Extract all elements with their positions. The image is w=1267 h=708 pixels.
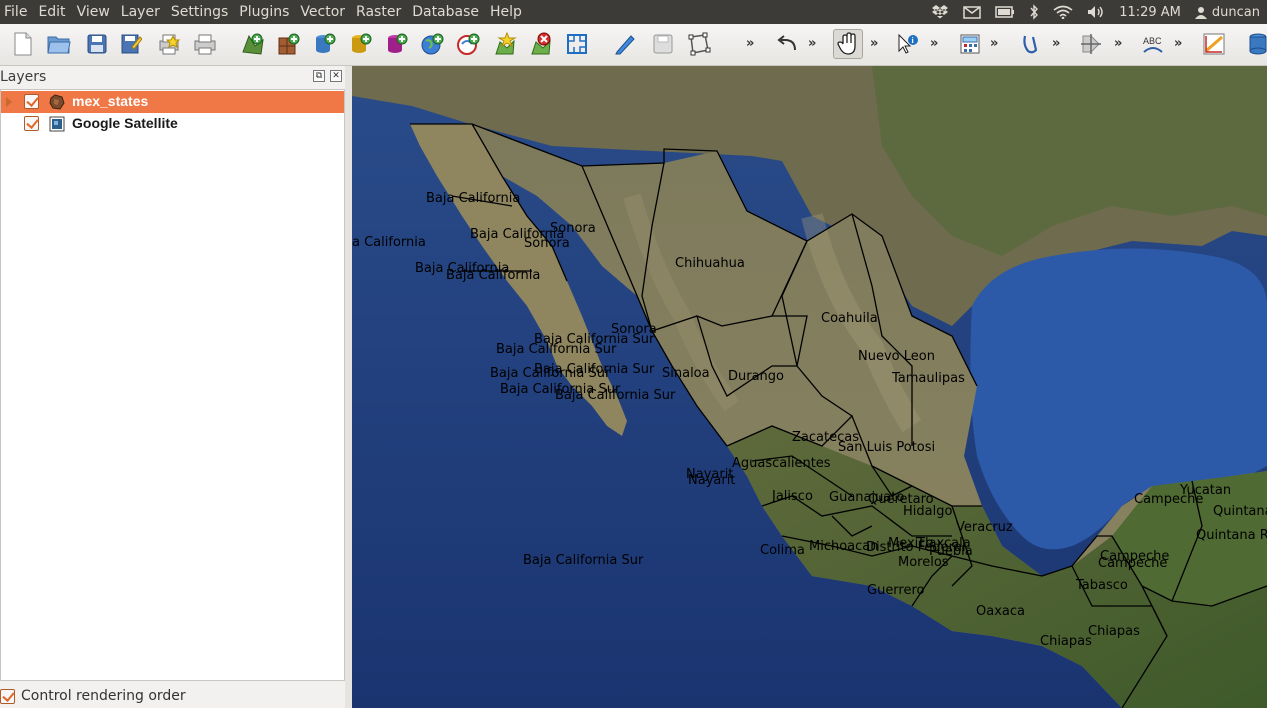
volume-icon[interactable] bbox=[1087, 5, 1105, 19]
db-manager-icon[interactable] bbox=[1243, 29, 1267, 59]
add-spatialite-layer-icon[interactable] bbox=[346, 29, 376, 59]
layer-name: Google Satellite bbox=[72, 115, 178, 131]
render-order-label: Control rendering order bbox=[21, 688, 186, 704]
open-project-icon[interactable] bbox=[44, 29, 74, 59]
add-mssql-layer-icon[interactable] bbox=[382, 29, 412, 59]
toolbar-overflow[interactable]: » bbox=[808, 36, 817, 51]
user-name: duncan bbox=[1211, 4, 1260, 20]
toggle-editing-icon[interactable] bbox=[610, 29, 640, 59]
menu-settings[interactable]: Settings bbox=[168, 0, 236, 24]
menu-database[interactable]: Database bbox=[409, 0, 487, 24]
add-wms-layer-icon[interactable] bbox=[418, 29, 448, 59]
add-wfs-layer-icon[interactable] bbox=[562, 29, 592, 59]
field-calculator-icon[interactable] bbox=[955, 29, 985, 59]
layers-panel-title: Layers bbox=[0, 69, 47, 85]
add-vector-layer-icon[interactable] bbox=[238, 29, 268, 59]
user-icon bbox=[1194, 6, 1207, 19]
map-canvas[interactable]: Baja California Sonora Baja California S… bbox=[352, 66, 1267, 708]
save-project-icon[interactable] bbox=[82, 29, 112, 59]
menu-bar: File Edit View Layer Settings Plugins Ve… bbox=[0, 0, 1267, 24]
labeling-icon[interactable]: ABC bbox=[1138, 29, 1168, 59]
menu-file[interactable]: File bbox=[0, 0, 35, 24]
toolbar-overflow[interactable]: » bbox=[1114, 36, 1123, 51]
toolbar-overflow[interactable]: » bbox=[930, 36, 939, 51]
new-print-composer-icon[interactable] bbox=[154, 29, 184, 59]
save-edits-icon[interactable] bbox=[648, 29, 678, 59]
wifi-icon[interactable] bbox=[1053, 5, 1073, 19]
menu-edit[interactable]: Edit bbox=[35, 0, 73, 24]
menu-vector[interactable]: Vector bbox=[297, 0, 353, 24]
toolbar-overflow[interactable]: » bbox=[1052, 36, 1061, 51]
print-composer-manager-icon[interactable] bbox=[190, 29, 220, 59]
menu-plugins[interactable]: Plugins bbox=[236, 0, 297, 24]
layer-tree[interactable]: mex_states Google Satellite bbox=[0, 89, 345, 681]
digitize-icon[interactable] bbox=[684, 29, 714, 59]
svg-text:ABC: ABC bbox=[1143, 36, 1162, 46]
identify-icon[interactable]: i bbox=[893, 29, 923, 59]
add-postgis-layer-icon[interactable] bbox=[310, 29, 340, 59]
remove-layer-icon[interactable] bbox=[526, 29, 556, 59]
main-menu: File Edit View Layer Settings Plugins Ve… bbox=[0, 0, 530, 24]
toolbar-overflow[interactable]: » bbox=[990, 36, 999, 51]
toolbar-overflow[interactable]: » bbox=[1174, 36, 1183, 51]
layer-row-google-satellite[interactable]: Google Satellite bbox=[1, 113, 344, 135]
new-project-icon[interactable] bbox=[8, 29, 38, 59]
dropbox-icon[interactable] bbox=[931, 4, 949, 20]
text-annotation-icon[interactable] bbox=[1016, 29, 1046, 59]
add-wcs-layer-icon[interactable] bbox=[454, 29, 484, 59]
save-as-icon[interactable] bbox=[116, 29, 146, 59]
main-toolbar: » » » i » » » » ABC » bbox=[0, 24, 1267, 66]
toolbar-overflow[interactable]: » bbox=[746, 36, 755, 51]
render-order-checkbox[interactable] bbox=[0, 689, 15, 704]
panel-splitter[interactable] bbox=[345, 66, 352, 708]
layers-panel: Layers ⧉ ✕ mex_states Google Satellite C… bbox=[0, 66, 345, 708]
layer-visibility-checkbox[interactable] bbox=[24, 116, 39, 131]
move-feature-icon[interactable] bbox=[1076, 29, 1106, 59]
user-menu[interactable]: duncan bbox=[1194, 4, 1260, 20]
menu-layer[interactable]: Layer bbox=[118, 0, 168, 24]
float-panel-icon[interactable]: ⧉ bbox=[313, 70, 325, 82]
menu-view[interactable]: View bbox=[74, 0, 118, 24]
close-panel-icon[interactable]: ✕ bbox=[330, 70, 342, 82]
add-raster-layer-icon[interactable] bbox=[274, 29, 304, 59]
toolbar-overflow[interactable]: » bbox=[870, 36, 879, 51]
satellite-basemap bbox=[352, 66, 1267, 708]
raster-layer-icon bbox=[49, 116, 65, 132]
pan-icon[interactable] bbox=[833, 29, 863, 59]
measure-icon[interactable] bbox=[1199, 29, 1229, 59]
layer-row-mex-states[interactable]: mex_states bbox=[1, 91, 344, 113]
undo-icon[interactable] bbox=[772, 29, 802, 59]
expand-arrow-icon[interactable] bbox=[6, 97, 12, 107]
bluetooth-icon[interactable] bbox=[1029, 4, 1039, 20]
polygon-layer-icon bbox=[49, 94, 65, 110]
layer-name: mex_states bbox=[72, 93, 149, 109]
system-indicators: 11:29 AM duncan bbox=[924, 0, 1267, 24]
mail-icon[interactable] bbox=[963, 5, 981, 19]
menu-help[interactable]: Help bbox=[487, 0, 530, 24]
clock[interactable]: 11:29 AM bbox=[1119, 5, 1181, 20]
new-shapefile-icon[interactable] bbox=[490, 29, 520, 59]
layer-visibility-checkbox[interactable] bbox=[24, 94, 39, 109]
battery-icon[interactable] bbox=[995, 6, 1015, 18]
menu-raster[interactable]: Raster bbox=[353, 0, 409, 24]
